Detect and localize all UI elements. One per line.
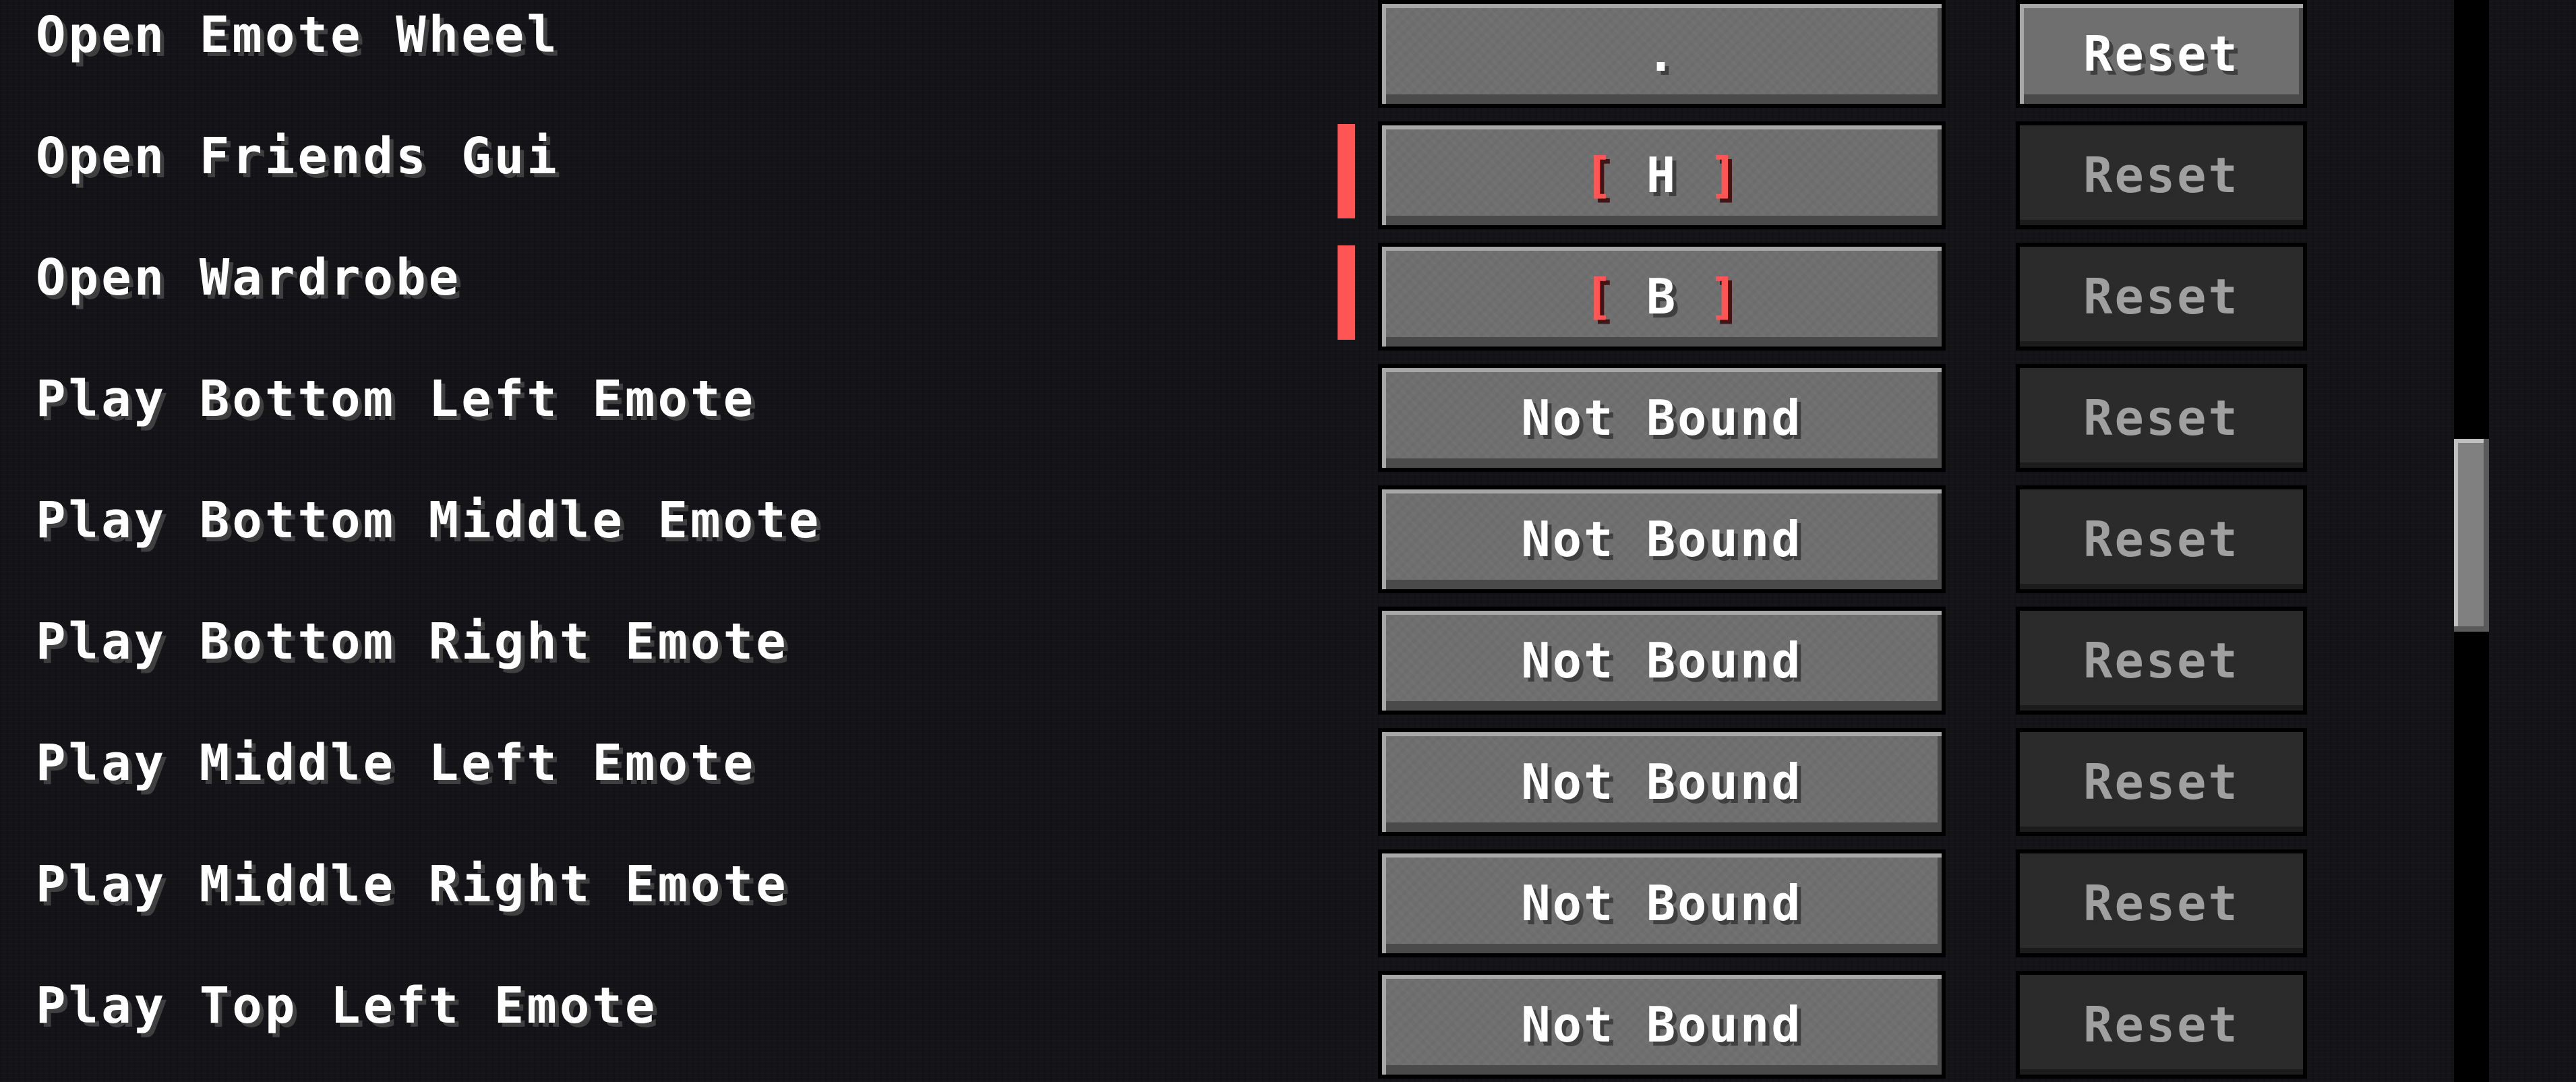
conflict-bracket-open: [	[1584, 268, 1615, 325]
scrollbar-thumb[interactable]	[2454, 439, 2489, 632]
keybind-label: Play Bottom Right Emote	[36, 613, 789, 671]
reset-button-play-middle-right-emote: Reset	[2016, 849, 2307, 957]
reset-button-play-bottom-left-emote: Reset	[2016, 364, 2307, 472]
key-button-play-bottom-left-emote[interactable]: Not Bound	[1378, 364, 1946, 472]
conflict-bracket-close: ]	[1708, 147, 1740, 204]
reset-button-play-top-left-emote: Reset	[2016, 971, 2307, 1079]
keybind-label: Open Wardrobe	[36, 249, 462, 307]
keybind-row-play-top-left-emote: Play Top Left Emote Not Bound Reset	[0, 971, 2576, 1082]
keybind-row-open-wardrobe: Open Wardrobe [ B ] Reset	[0, 243, 2576, 364]
conflict-indicator	[1338, 245, 1355, 340]
keybind-row-open-emote-wheel: Open Emote Wheel . Reset	[0, 0, 2576, 121]
keybind-row-play-middle-left-emote: Play Middle Left Emote Not Bound Reset	[0, 728, 2576, 849]
reset-button-play-bottom-right-emote: Reset	[2016, 607, 2307, 715]
keybind-list: Open Emote Wheel . Reset Open Friends Gu…	[0, 0, 2576, 1082]
reset-button-open-friends-gui: Reset	[2016, 121, 2307, 229]
keybind-row-play-bottom-middle-emote: Play Bottom Middle Emote Not Bound Reset	[0, 485, 2576, 607]
keybind-row-open-friends-gui: Open Friends Gui [ H ] Reset	[0, 121, 2576, 243]
conflict-indicator	[1338, 124, 1355, 218]
reset-button-play-bottom-middle-emote: Reset	[2016, 485, 2307, 593]
keybind-row-play-bottom-left-emote: Play Bottom Left Emote Not Bound Reset	[0, 364, 2576, 485]
key-button-play-middle-left-emote[interactable]: Not Bound	[1378, 728, 1946, 836]
keybind-label: Open Friends Gui	[36, 127, 560, 185]
reset-button-play-middle-left-emote: Reset	[2016, 728, 2307, 836]
key-value: .	[1646, 26, 1678, 82]
key-button-open-friends-gui[interactable]: [ H ]	[1378, 121, 1946, 229]
keybind-row-play-bottom-right-emote: Play Bottom Right Emote Not Bound Reset	[0, 607, 2576, 728]
key-value: H	[1646, 147, 1678, 204]
key-value: B	[1646, 268, 1678, 325]
keybind-label: Play Middle Left Emote	[36, 734, 756, 792]
key-button-open-wardrobe[interactable]: [ B ]	[1378, 243, 1946, 351]
key-button-play-middle-right-emote[interactable]: Not Bound	[1378, 849, 1946, 957]
keybind-label: Play Bottom Left Emote	[36, 370, 756, 428]
keybind-row-play-middle-right-emote: Play Middle Right Emote Not Bound Reset	[0, 849, 2576, 971]
key-button-open-emote-wheel[interactable]: .	[1378, 0, 1946, 108]
reset-button-open-emote-wheel[interactable]: Reset	[2016, 0, 2307, 108]
conflict-bracket-close: ]	[1708, 268, 1740, 325]
keybind-label: Play Middle Right Emote	[36, 855, 789, 913]
key-button-play-bottom-middle-emote[interactable]: Not Bound	[1378, 485, 1946, 593]
keybind-label: Play Bottom Middle Emote	[36, 491, 822, 549]
key-button-play-bottom-right-emote[interactable]: Not Bound	[1378, 607, 1946, 715]
reset-button-open-wardrobe: Reset	[2016, 243, 2307, 351]
conflict-bracket-open: [	[1584, 147, 1615, 204]
key-button-play-top-left-emote[interactable]: Not Bound	[1378, 971, 1946, 1079]
keybind-label: Open Emote Wheel	[36, 6, 560, 64]
keybind-label: Play Top Left Emote	[36, 977, 658, 1035]
